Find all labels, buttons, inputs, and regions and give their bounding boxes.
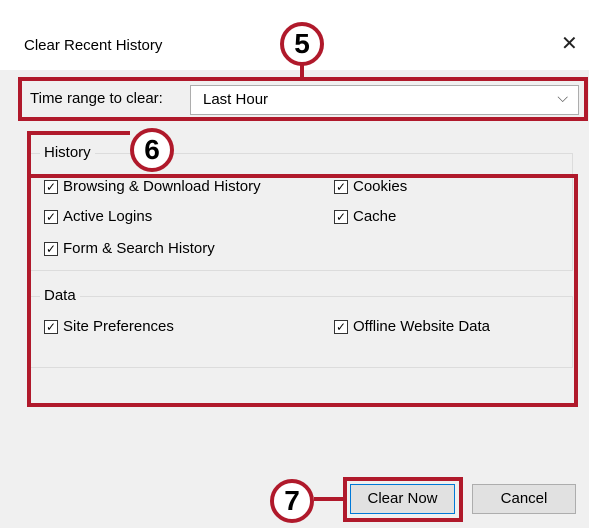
callout-badge-5: 5 xyxy=(280,22,324,66)
highlight-time-range xyxy=(18,77,588,121)
cancel-button[interactable]: Cancel xyxy=(472,484,576,514)
highlight-clear-now xyxy=(343,477,463,522)
history-legend: History xyxy=(40,144,95,161)
close-icon[interactable]: ✕ xyxy=(561,31,578,56)
highlight-checkbox-groups xyxy=(27,174,578,407)
callout-badge-7: 7 xyxy=(270,479,314,523)
callout-connector-7 xyxy=(314,497,344,501)
dialog-title: Clear Recent History xyxy=(24,37,163,54)
callout-connector-6-side xyxy=(27,131,31,177)
callout-connector-6-top xyxy=(27,131,130,135)
callout-connector-5 xyxy=(300,64,304,78)
callout-badge-6: 6 xyxy=(130,128,174,172)
